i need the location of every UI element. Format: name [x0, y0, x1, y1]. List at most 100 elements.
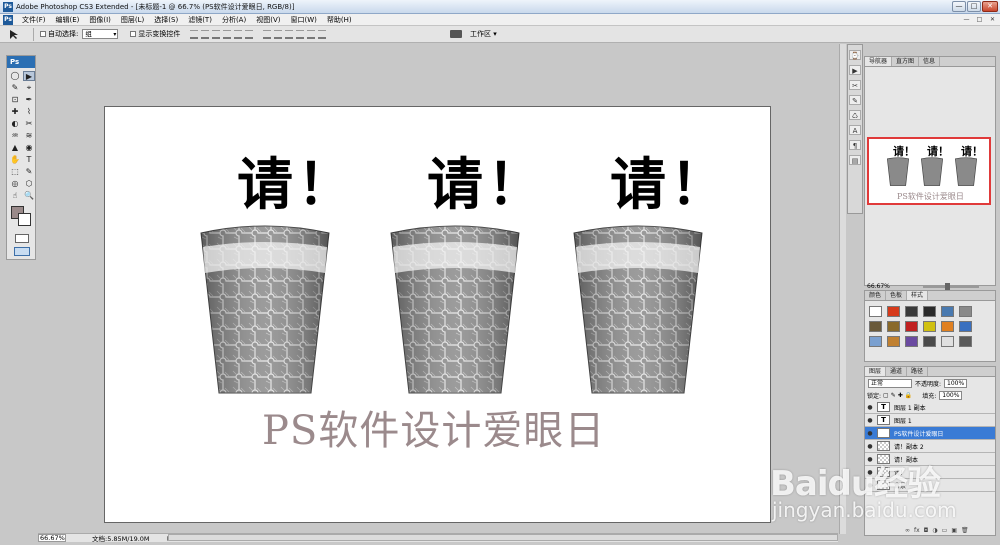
maximize-button[interactable]: □: [967, 1, 981, 12]
menu-image[interactable]: 图像(I): [84, 15, 116, 25]
style-swatch[interactable]: [941, 306, 954, 317]
distribute-left-icon[interactable]: [296, 29, 305, 39]
layer-row[interactable]: ● T 图层 1 副本: [865, 401, 995, 414]
tab-histogram[interactable]: 直方图: [892, 57, 920, 66]
tab-styles[interactable]: 样式: [907, 291, 929, 300]
horizontal-scrollbar[interactable]: [168, 534, 838, 541]
align-vcenter-icon[interactable]: [201, 29, 210, 39]
link-layers-icon[interactable]: ∞: [905, 527, 910, 534]
menu-file[interactable]: 文件(F): [17, 15, 51, 25]
tab-swatches[interactable]: 色板: [886, 291, 908, 300]
style-swatch[interactable]: [869, 306, 882, 317]
type-tool-icon[interactable]: T: [23, 155, 35, 165]
tool-preset-picker[interactable]: [8, 27, 34, 41]
screen-mode-button[interactable]: [14, 247, 30, 256]
quick-mask-button[interactable]: [15, 234, 29, 243]
distribute-vcenter-icon[interactable]: [274, 29, 283, 39]
style-swatch[interactable]: [887, 321, 900, 332]
tab-channels[interactable]: 通道: [886, 367, 908, 376]
close-button[interactable]: ✕: [982, 1, 998, 12]
visibility-eye-icon[interactable]: ●: [865, 482, 875, 489]
menu-view[interactable]: 视图(V): [251, 15, 285, 25]
style-swatch[interactable]: [869, 336, 882, 347]
style-swatch[interactable]: [923, 321, 936, 332]
crop-tool-icon[interactable]: ⊡: [9, 95, 21, 105]
brush-tool-icon[interactable]: ⌇: [23, 107, 35, 117]
layer-row[interactable]: ● 背景: [865, 479, 995, 492]
history-brush-icon[interactable]: ✂: [23, 119, 35, 129]
adjustment-layer-icon[interactable]: ◑: [932, 527, 937, 534]
dodge-tool-icon[interactable]: ◉: [23, 143, 35, 153]
menu-edit[interactable]: 编辑(E): [51, 15, 85, 25]
distribute-right-icon[interactable]: [318, 29, 327, 39]
style-swatch[interactable]: [887, 336, 900, 347]
marquee-tool-icon[interactable]: ◯: [9, 71, 21, 81]
style-swatch[interactable]: [887, 306, 900, 317]
menu-filter[interactable]: 滤镜(T): [183, 15, 217, 25]
notes-tool-icon[interactable]: ◎: [9, 179, 21, 189]
move-tool-icon[interactable]: ▶: [23, 71, 35, 81]
brushes-icon[interactable]: ✎: [849, 95, 861, 105]
visibility-eye-icon[interactable]: ●: [865, 469, 875, 476]
new-layer-icon[interactable]: ▣: [951, 527, 957, 534]
visibility-eye-icon[interactable]: ●: [865, 430, 875, 437]
navigator-zoom-slider[interactable]: [923, 286, 979, 288]
layer-row[interactable]: ● 请！副本: [865, 453, 995, 466]
show-transform-checkbox[interactable]: 显示变换控件: [130, 29, 180, 39]
layer-row[interactable]: ● T 图层 1: [865, 414, 995, 427]
pen-tool-icon[interactable]: ✋: [9, 155, 21, 165]
shape-tool-icon[interactable]: ✎: [23, 167, 35, 177]
hand-tool-icon[interactable]: ☝: [9, 191, 21, 201]
vertical-scrollbar[interactable]: [839, 44, 846, 534]
align-top-icon[interactable]: [190, 29, 199, 39]
menu-help[interactable]: 帮助(H): [322, 15, 357, 25]
camera-icon[interactable]: [450, 30, 462, 38]
gradient-tool-icon[interactable]: ≋: [23, 131, 35, 141]
lock-icons[interactable]: ▢✎✚🔒: [883, 392, 914, 399]
align-right-icon[interactable]: [245, 29, 254, 39]
navigator-thumbnail[interactable]: 请！ 请！ 请！ PS软件设计爱眼日: [867, 137, 991, 205]
distribute-hcenter-icon[interactable]: [307, 29, 316, 39]
document-canvas[interactable]: 请！ 请！ 请！ PS软件设计爱眼日: [104, 106, 771, 523]
menu-layer[interactable]: 图层(L): [116, 15, 149, 25]
eyedropper-icon[interactable]: ⬡: [23, 179, 35, 189]
style-swatch[interactable]: [959, 306, 972, 317]
paragraph-icon[interactable]: ¶: [849, 140, 861, 150]
visibility-eye-icon[interactable]: ●: [865, 404, 875, 411]
tab-layers[interactable]: 图层: [865, 367, 887, 376]
style-swatch[interactable]: [959, 321, 972, 332]
slice-tool-icon[interactable]: ✒: [23, 95, 35, 105]
menu-analysis[interactable]: 分析(A): [217, 15, 251, 25]
style-swatch[interactable]: [905, 321, 918, 332]
doc-maximize-button[interactable]: □: [974, 15, 985, 24]
tab-navigator[interactable]: 导航器: [865, 57, 893, 66]
style-swatch[interactable]: [959, 336, 972, 347]
tab-info[interactable]: 信息: [919, 57, 941, 66]
layer-style-icon[interactable]: fx: [914, 527, 920, 534]
layer-comps-icon[interactable]: ▤: [849, 155, 861, 165]
new-group-icon[interactable]: ▭: [942, 527, 948, 534]
zoom-field[interactable]: 66.67%: [38, 534, 66, 542]
menu-window[interactable]: 窗口(W): [285, 15, 321, 25]
layer-row[interactable]: ● 请！副本 2: [865, 440, 995, 453]
style-swatch[interactable]: [941, 321, 954, 332]
minimize-button[interactable]: —: [952, 1, 966, 12]
distribute-bottom-icon[interactable]: [285, 29, 294, 39]
align-bottom-icon[interactable]: [212, 29, 221, 39]
auto-select-dropdown[interactable]: 组: [82, 29, 119, 39]
delete-layer-icon[interactable]: 🗑: [961, 527, 969, 534]
menu-select[interactable]: 选择(S): [149, 15, 183, 25]
lasso-tool-icon[interactable]: ✎: [9, 83, 21, 93]
character-icon[interactable]: A: [849, 125, 861, 135]
doc-close-button[interactable]: ✕: [987, 15, 998, 24]
layer-row[interactable]: ● T PS软件设计爱眼日: [865, 427, 995, 440]
history-icon[interactable]: ⌚: [849, 50, 861, 60]
style-swatch[interactable]: [905, 306, 918, 317]
magic-wand-icon[interactable]: ⌖: [23, 83, 35, 93]
eraser-tool-icon[interactable]: ♒: [9, 131, 21, 141]
visibility-eye-icon[interactable]: ●: [865, 456, 875, 463]
auto-select-checkbox[interactable]: 自动选择:: [40, 29, 78, 39]
tools-presets-icon[interactable]: ✂: [849, 80, 861, 90]
visibility-eye-icon[interactable]: ●: [865, 417, 875, 424]
align-hcenter-icon[interactable]: [234, 29, 243, 39]
